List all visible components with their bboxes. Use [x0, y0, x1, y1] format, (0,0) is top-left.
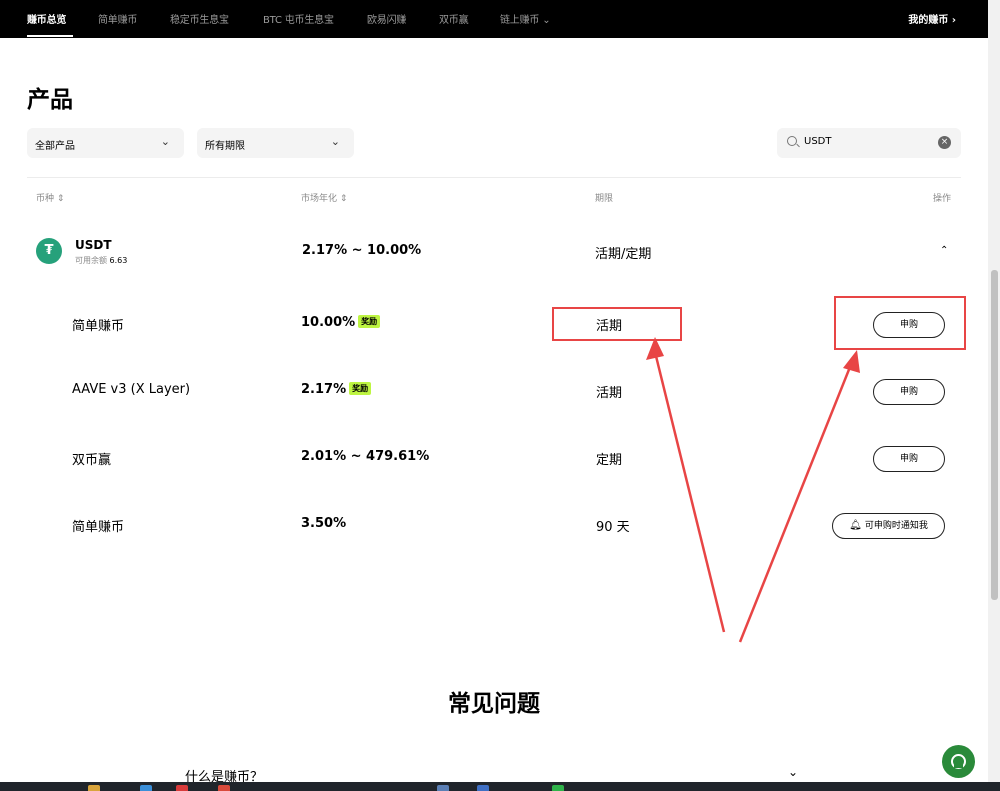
nav-tab-stablecoin-yield[interactable]: 稳定币生息宝	[170, 11, 229, 26]
term-filter-value: 所有期限	[205, 141, 245, 152]
chevron-down-icon: ⌄	[330, 135, 340, 148]
header-term: 期限	[595, 194, 614, 204]
support-chat-icon[interactable]	[942, 745, 975, 778]
taskbar-app-icon[interactable]	[552, 785, 564, 791]
scrollbar-thumb[interactable]	[991, 270, 998, 600]
page-title: 产品	[27, 87, 73, 113]
highlight-box-subscribe	[834, 296, 966, 350]
product-filter-value: 全部产品	[35, 141, 75, 152]
rate-value: 2.17%	[301, 382, 347, 397]
highlight-box-term	[552, 307, 682, 341]
nav-tab-earn-overview[interactable]: 赚币总览	[27, 11, 66, 26]
top-navigation: 赚币总览 简单赚币 稳定币生息宝 BTC 屯币生息宝 欧易闪赚 双币赢 链上赚币…	[0, 0, 988, 38]
chevron-right-icon: ›	[951, 15, 956, 26]
product-term: 90 天	[596, 520, 630, 535]
reward-badge: 奖励	[358, 315, 381, 328]
search-value: USDT	[804, 136, 832, 147]
product-rate: 2.17% 奖励	[301, 382, 372, 397]
nav-tab-simple-earn[interactable]: 简单赚币	[98, 11, 137, 26]
nav-onchain-label: 链上赚币	[500, 15, 540, 26]
product-rate: 10.00% 奖励	[301, 315, 381, 330]
nav-tab-dual-investment[interactable]: 双币赢	[439, 11, 469, 26]
taskbar-app-icon[interactable]	[140, 785, 152, 791]
my-earn-label: 我的赚币	[908, 15, 949, 26]
search-icon	[787, 136, 797, 146]
taskbar-app-icon[interactable]	[477, 785, 489, 791]
term-filter-dropdown[interactable]: 所有期限 ⌄	[197, 128, 354, 158]
coin-name: USDT	[75, 238, 112, 252]
header-action: 操作	[933, 194, 952, 204]
balance-value: 6.63	[109, 256, 128, 265]
taskbar-app-icon[interactable]	[88, 785, 100, 791]
os-taskbar	[0, 782, 1000, 791]
bell-icon: 🔔︎	[849, 520, 862, 531]
rate-value: 10.00%	[301, 315, 356, 330]
clear-icon[interactable]: ×	[938, 136, 951, 149]
chevron-down-icon: ⌄	[542, 15, 551, 26]
header-coin-label: 币种	[36, 194, 55, 204]
notify-me-button[interactable]: 🔔︎ 可申购时通知我	[832, 513, 945, 539]
nav-tab-flash-earn[interactable]: 欧易闪赚	[367, 11, 406, 26]
notify-label: 可申购时通知我	[864, 521, 928, 531]
chevron-down-icon: ⌄	[160, 135, 170, 148]
active-tab-indicator	[27, 35, 73, 37]
my-earn-link[interactable]: 我的赚币 ›	[908, 11, 956, 26]
table-divider	[27, 177, 961, 178]
usdt-coin-icon: ₮	[36, 238, 62, 264]
header-coin[interactable]: 币种 ⇕	[36, 191, 64, 204]
coin-rate: 2.17% ~ 10.00%	[302, 243, 422, 258]
product-filter-dropdown[interactable]: 全部产品 ⌄	[27, 128, 184, 158]
coin-balance: 可用余额 6.63	[75, 255, 127, 266]
taskbar-app-icon[interactable]	[218, 785, 230, 791]
balance-label: 可用余额	[75, 256, 107, 265]
nav-tab-btc-yield[interactable]: BTC 屯币生息宝	[263, 11, 334, 26]
faq-title: 常见问题	[448, 691, 540, 717]
reward-badge: 奖励	[349, 382, 372, 395]
product-name: 简单赚币	[72, 319, 125, 334]
sort-icon: ⇕	[56, 194, 65, 204]
product-term: 活期	[596, 386, 623, 401]
product-name: AAVE v3 (X Layer)	[72, 382, 191, 397]
sort-icon: ⇕	[339, 194, 348, 204]
chevron-down-icon[interactable]: ⌄	[788, 765, 798, 779]
product-name: 简单赚币	[72, 520, 125, 535]
header-apr-label: 市场年化	[301, 194, 338, 204]
nav-tab-onchain-earn[interactable]: 链上赚币 ⌄	[500, 11, 551, 26]
product-name: 双币赢	[72, 453, 112, 468]
header-apr[interactable]: 市场年化 ⇕	[301, 191, 347, 204]
chevron-up-icon[interactable]: ⌃	[940, 245, 948, 256]
product-term: 定期	[596, 453, 623, 468]
taskbar-app-icon[interactable]	[176, 785, 188, 791]
product-rate: 2.01% ~ 479.61%	[301, 449, 430, 464]
taskbar-app-icon[interactable]	[437, 785, 449, 791]
coin-term: 活期/定期	[595, 247, 652, 262]
subscribe-button[interactable]: 申购	[873, 446, 945, 472]
search-input[interactable]: USDT ×	[777, 128, 961, 158]
product-rate: 3.50%	[301, 516, 347, 531]
subscribe-button[interactable]: 申购	[873, 379, 945, 405]
